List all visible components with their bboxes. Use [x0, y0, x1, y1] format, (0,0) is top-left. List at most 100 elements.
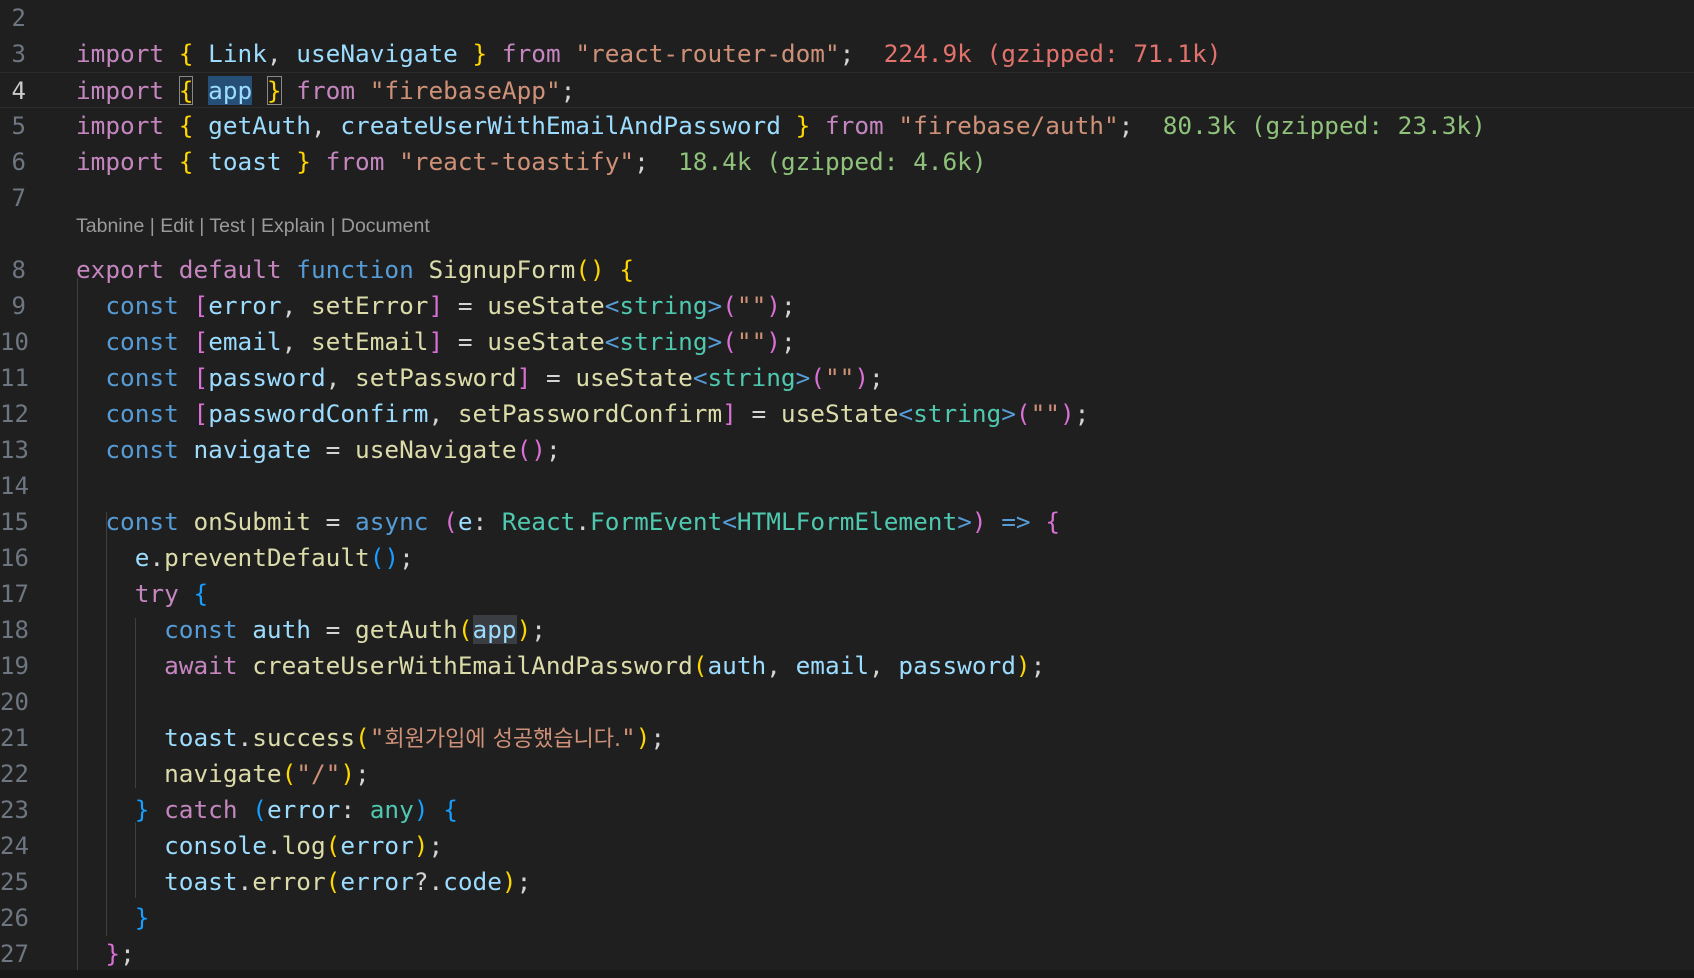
code-line[interactable]: 8 export default function SignupForm() { — [0, 252, 1694, 288]
code-token: [ — [193, 291, 209, 320]
line-code[interactable]: navigate("/"); — [76, 756, 370, 792]
code-token: "react-toastify" — [399, 147, 635, 176]
line-number[interactable]: 9 — [0, 288, 26, 324]
code-token: email — [795, 651, 870, 680]
code-token: ] — [722, 399, 737, 428]
line-number[interactable]: 3 — [0, 36, 26, 72]
code-line[interactable]: 22 navigate("/"); — [0, 756, 1694, 792]
code-line[interactable]: 20 — [0, 684, 1694, 720]
line-code[interactable]: import { getAuth, createUserWithEmailAnd… — [76, 108, 1486, 144]
line-number[interactable]: 8 — [0, 252, 26, 288]
line-number[interactable]: 14 — [0, 468, 29, 504]
line-code[interactable]: console.log(error); — [76, 828, 443, 864]
code-line[interactable]: 23 } catch (error: any) { — [0, 792, 1694, 828]
code-token: string — [619, 291, 708, 320]
line-number[interactable]: 10 — [0, 324, 29, 360]
line-number[interactable]: 20 — [0, 684, 29, 720]
code-token: { — [178, 39, 194, 68]
line-number[interactable]: 23 — [0, 792, 29, 828]
code-line[interactable]: 24 console.log(error); — [0, 828, 1694, 864]
line-number[interactable]: 11 — [0, 360, 29, 396]
code-line[interactable]: 7 — [0, 180, 1694, 216]
code-line[interactable]: 16 e.preventDefault(); — [0, 540, 1694, 576]
line-number[interactable]: 13 — [0, 432, 29, 468]
code-line[interactable]: 19 await createUserWithEmailAndPassword(… — [0, 648, 1694, 684]
code-token: ; — [560, 76, 576, 105]
code-line[interactable]: 12 const [passwordConfirm, setPasswordCo… — [0, 396, 1694, 432]
line-code[interactable]: const [passwordConfirm, setPasswordConfi… — [76, 396, 1089, 432]
line-code[interactable]: }; — [76, 936, 134, 972]
line-code[interactable]: toast.success("회원가입에 성공했습니다."); — [76, 720, 665, 758]
line-code[interactable]: e.preventDefault(); — [76, 540, 414, 576]
line-number[interactable]: 16 — [0, 540, 29, 576]
code-token: () — [516, 435, 546, 464]
line-number[interactable]: 24 — [0, 828, 29, 864]
line-code[interactable]: const auth = getAuth(app); — [76, 612, 546, 648]
line-number[interactable]: 7 — [0, 180, 26, 216]
code-line[interactable]: 14 — [0, 468, 1694, 504]
line-number[interactable]: 22 — [0, 756, 29, 792]
line-code[interactable]: } — [76, 900, 150, 936]
code-line[interactable]: 2 — [0, 0, 1694, 36]
code-token: string — [913, 399, 1002, 428]
line-code[interactable]: toast.error(error?.code); — [76, 864, 531, 900]
line-number[interactable]: 4 — [0, 73, 26, 109]
code-line[interactable]: 18 const auth = getAuth(app); — [0, 612, 1694, 648]
code-token: } — [105, 939, 121, 968]
line-number[interactable]: 5 — [0, 108, 26, 144]
line-code[interactable]: export default function SignupForm() { — [76, 252, 634, 288]
line-code[interactable]: import { app } from "firebaseApp"; — [76, 73, 575, 109]
code-line[interactable]: 27 }; — [0, 936, 1694, 972]
line-number[interactable]: 19 — [0, 648, 29, 684]
code-editor[interactable]: Tabnine | Edit | Test | Explain | Docume… — [0, 0, 1694, 972]
code-line[interactable]: 3 import { Link, useNavigate } from "reac… — [0, 36, 1694, 72]
line-code[interactable]: const [password, setPassword] = useState… — [76, 360, 883, 396]
code-line[interactable]: 26 } — [0, 900, 1694, 936]
line-code[interactable]: } catch (error: any) { — [76, 792, 458, 828]
line-code[interactable]: try { — [76, 576, 208, 612]
code-line[interactable]: 13 const navigate = useNavigate(); — [0, 432, 1694, 468]
code-line[interactable]: 15 const onSubmit = async (e: React.Form… — [0, 504, 1694, 540]
code-token: password — [898, 651, 1016, 680]
line-number[interactable]: 25 — [0, 864, 29, 900]
code-token: preventDefault — [164, 543, 370, 572]
line-number[interactable]: 27 — [0, 936, 29, 972]
code-token: useNavigate — [355, 435, 517, 464]
line-code[interactable]: const [error, setError] = useState<strin… — [76, 288, 795, 324]
code-token: = — [443, 291, 488, 320]
code-token: ) — [1015, 651, 1031, 680]
line-code[interactable]: import { Link, useNavigate } from "react… — [76, 36, 1221, 72]
line-number[interactable]: 15 — [0, 504, 29, 540]
line-number[interactable]: 17 — [0, 576, 29, 612]
line-code[interactable]: const navigate = useNavigate(); — [76, 432, 561, 468]
line-number[interactable]: 18 — [0, 612, 29, 648]
line-number[interactable]: 26 — [0, 900, 29, 936]
code-line[interactable]: 5 import { getAuth, createUserWithEmailAn… — [0, 108, 1694, 144]
line-number[interactable]: 2 — [0, 0, 26, 36]
line-code[interactable]: await createUserWithEmailAndPassword(aut… — [76, 648, 1045, 684]
code-token: HTMLFormElement — [736, 507, 958, 536]
code-line[interactable]: 4 import { app } from "firebaseApp"; — [0, 72, 1694, 108]
code-token: toast — [208, 147, 282, 176]
code-line[interactable]: 6 import { toast } from "react-toastify";… — [0, 144, 1694, 180]
code-line[interactable]: 10 const [email, setEmail] = useState<st… — [0, 324, 1694, 360]
code-line[interactable]: 9 const [error, setError] = useState<str… — [0, 288, 1694, 324]
code-line[interactable]: 11 const [password, setPassword] = useSt… — [0, 360, 1694, 396]
code-line[interactable]: 17 try { — [0, 576, 1694, 612]
line-number[interactable]: 21 — [0, 720, 29, 756]
line-code[interactable]: const onSubmit = async (e: React.FormEve… — [76, 504, 1060, 540]
code-token: "react-router-dom" — [575, 39, 840, 68]
code-line[interactable]: 25 toast.error(error?.code); — [0, 864, 1694, 900]
line-number[interactable]: 6 — [0, 144, 26, 180]
line-code[interactable]: import { toast } from "react-toastify"; … — [76, 144, 987, 180]
line-number[interactable]: 12 — [0, 396, 29, 432]
code-line[interactable]: 21 toast.success("회원가입에 성공했습니다."); — [0, 720, 1694, 756]
line-code[interactable]: const [email, setEmail] = useState<strin… — [76, 324, 795, 360]
code-token: ; — [545, 435, 561, 464]
